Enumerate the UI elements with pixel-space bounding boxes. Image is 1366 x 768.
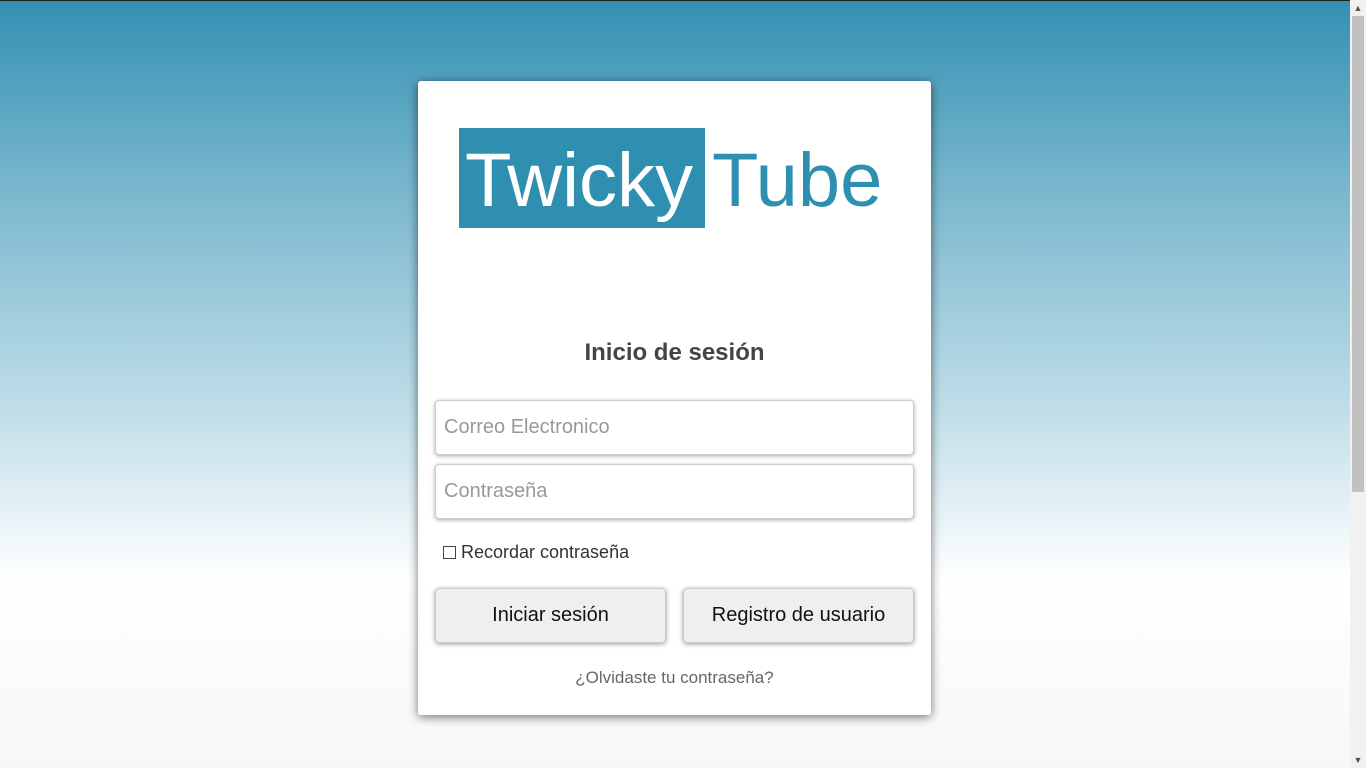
login-button[interactable]: Iniciar sesión <box>435 588 666 643</box>
vertical-scrollbar[interactable]: ▲ ▼ <box>1350 0 1366 768</box>
password-input[interactable] <box>435 464 914 519</box>
scrollbar-thumb[interactable] <box>1352 16 1364 492</box>
remember-password-label: Recordar contraseña <box>461 542 630 562</box>
email-input[interactable] <box>435 400 914 455</box>
forgot-password-link[interactable]: ¿Olvidaste tu contraseña? <box>418 668 931 688</box>
logo-text-twicky: Twicky <box>465 138 693 223</box>
page-title: Inicio de sesión <box>584 339 765 366</box>
login-card: Twicky Tube Inicio de sesión Recordar co… <box>418 81 931 715</box>
scroll-down-icon[interactable]: ▼ <box>1350 752 1366 768</box>
window-top-border <box>0 0 1350 1</box>
scroll-up-icon[interactable]: ▲ <box>1350 0 1366 16</box>
logo-text-tube: Tube <box>712 138 883 223</box>
checkbox-icon[interactable] <box>443 546 456 559</box>
register-button[interactable]: Registro de usuario <box>683 588 914 643</box>
twickytube-logo: Twicky Tube <box>459 128 889 228</box>
remember-password-checkbox[interactable]: Recordar contraseña <box>443 542 629 563</box>
